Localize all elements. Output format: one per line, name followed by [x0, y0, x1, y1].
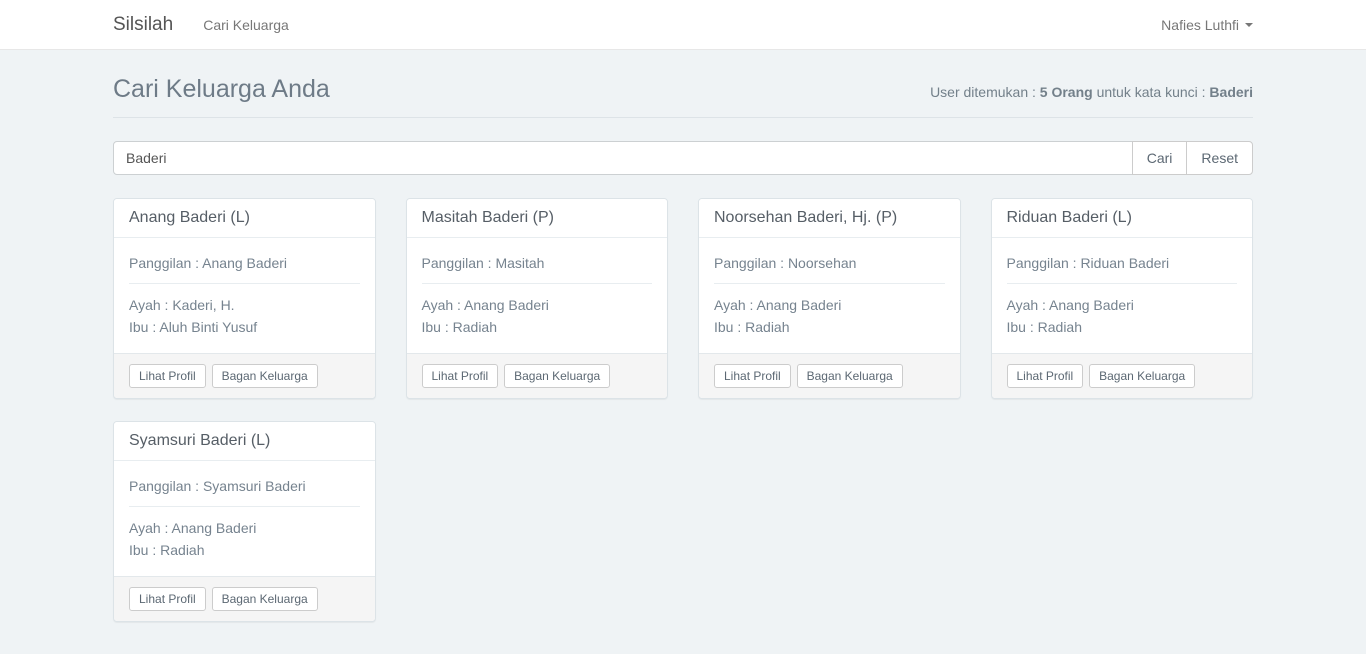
- search-form: Cari Reset: [113, 141, 1253, 175]
- card-footer: Lihat Profil Bagan Keluarga: [407, 353, 668, 398]
- card-mother: Ibu : Radiah: [714, 316, 945, 338]
- card-divider: [129, 506, 360, 507]
- card-title: Noorsehan Baderi, Hj. (P): [699, 199, 960, 238]
- result-count: 5 Orang: [1040, 84, 1093, 100]
- card-body: Panggilan : Anang Baderi Ayah : Kaderi, …: [114, 238, 375, 353]
- card-father: Ayah : Anang Baderi: [422, 294, 653, 316]
- card-father: Ayah : Anang Baderi: [129, 517, 360, 539]
- page-header: Cari Keluarga Anda User ditemukan : 5 Or…: [113, 74, 1253, 118]
- lihat-profil-button[interactable]: Lihat Profil: [422, 364, 499, 388]
- result-keyword: Baderi: [1209, 84, 1253, 100]
- result-summary-prefix: User ditemukan :: [930, 84, 1040, 100]
- user-menu-label: Nafies Luthfi: [1161, 17, 1239, 33]
- card-body: Panggilan : Masitah Ayah : Anang Baderi …: [407, 238, 668, 353]
- card-column: Syamsuri Baderi (L) Panggilan : Syamsuri…: [98, 421, 391, 622]
- card-column: Anang Baderi (L) Panggilan : Anang Bader…: [98, 198, 391, 399]
- card-body: Panggilan : Riduan Baderi Ayah : Anang B…: [992, 238, 1253, 353]
- card-column: Noorsehan Baderi, Hj. (P) Panggilan : No…: [683, 198, 976, 399]
- card-mother: Ibu : Radiah: [422, 316, 653, 338]
- card-divider: [714, 283, 945, 284]
- card-title: Masitah Baderi (P): [407, 199, 668, 238]
- card-title: Riduan Baderi (L): [992, 199, 1253, 238]
- card-column: Masitah Baderi (P) Panggilan : Masitah A…: [391, 198, 684, 399]
- cards-grid: Anang Baderi (L) Panggilan : Anang Bader…: [98, 198, 1268, 644]
- lihat-profil-button[interactable]: Lihat Profil: [714, 364, 791, 388]
- card-footer: Lihat Profil Bagan Keluarga: [992, 353, 1253, 398]
- navbar-brand[interactable]: Silsilah: [113, 14, 173, 36]
- person-card: Masitah Baderi (P) Panggilan : Masitah A…: [406, 198, 669, 399]
- card-nickname: Panggilan : Noorsehan: [714, 253, 945, 273]
- card-footer: Lihat Profil Bagan Keluarga: [114, 576, 375, 621]
- person-card: Syamsuri Baderi (L) Panggilan : Syamsuri…: [113, 421, 376, 622]
- reset-button[interactable]: Reset: [1186, 141, 1253, 175]
- card-divider: [422, 283, 653, 284]
- card-father: Ayah : Anang Baderi: [1007, 294, 1238, 316]
- card-nickname: Panggilan : Syamsuri Baderi: [129, 476, 360, 496]
- person-card: Anang Baderi (L) Panggilan : Anang Bader…: [113, 198, 376, 399]
- card-mother: Ibu : Radiah: [1007, 316, 1238, 338]
- person-card: Noorsehan Baderi, Hj. (P) Panggilan : No…: [698, 198, 961, 399]
- nav-item-cari-keluarga[interactable]: Cari Keluarga: [203, 17, 289, 33]
- card-title: Syamsuri Baderi (L): [114, 422, 375, 461]
- card-body: Panggilan : Syamsuri Baderi Ayah : Anang…: [114, 461, 375, 576]
- person-card: Riduan Baderi (L) Panggilan : Riduan Bad…: [991, 198, 1254, 399]
- bagan-keluarga-button[interactable]: Bagan Keluarga: [504, 364, 610, 388]
- card-nickname: Panggilan : Riduan Baderi: [1007, 253, 1238, 273]
- bagan-keluarga-button[interactable]: Bagan Keluarga: [797, 364, 903, 388]
- search-input[interactable]: [113, 141, 1133, 175]
- card-nickname: Panggilan : Masitah: [422, 253, 653, 273]
- result-summary-middle: untuk kata kunci :: [1093, 84, 1210, 100]
- card-column: Riduan Baderi (L) Panggilan : Riduan Bad…: [976, 198, 1269, 399]
- bagan-keluarga-button[interactable]: Bagan Keluarga: [1089, 364, 1195, 388]
- page-title: Cari Keluarga Anda: [113, 74, 330, 105]
- card-footer: Lihat Profil Bagan Keluarga: [114, 353, 375, 398]
- card-father: Ayah : Anang Baderi: [714, 294, 945, 316]
- bagan-keluarga-button[interactable]: Bagan Keluarga: [212, 364, 318, 388]
- lihat-profil-button[interactable]: Lihat Profil: [1007, 364, 1084, 388]
- card-divider: [129, 283, 360, 284]
- card-mother: Ibu : Radiah: [129, 539, 360, 561]
- bagan-keluarga-button[interactable]: Bagan Keluarga: [212, 587, 318, 611]
- lihat-profil-button[interactable]: Lihat Profil: [129, 587, 206, 611]
- card-footer: Lihat Profil Bagan Keluarga: [699, 353, 960, 398]
- user-menu-dropdown[interactable]: Nafies Luthfi: [1161, 17, 1253, 33]
- cari-button[interactable]: Cari: [1132, 141, 1188, 175]
- lihat-profil-button[interactable]: Lihat Profil: [129, 364, 206, 388]
- caret-down-icon: [1245, 23, 1253, 27]
- card-nickname: Panggilan : Anang Baderi: [129, 253, 360, 273]
- result-summary: User ditemukan : 5 Orang untuk kata kunc…: [930, 84, 1253, 105]
- card-title: Anang Baderi (L): [114, 199, 375, 238]
- card-father: Ayah : Kaderi, H.: [129, 294, 360, 316]
- navbar: Silsilah Cari Keluarga Nafies Luthfi: [0, 0, 1366, 50]
- card-mother: Ibu : Aluh Binti Yusuf: [129, 316, 360, 338]
- card-body: Panggilan : Noorsehan Ayah : Anang Bader…: [699, 238, 960, 353]
- card-divider: [1007, 283, 1238, 284]
- main-content: Cari Keluarga Anda User ditemukan : 5 Or…: [98, 74, 1268, 644]
